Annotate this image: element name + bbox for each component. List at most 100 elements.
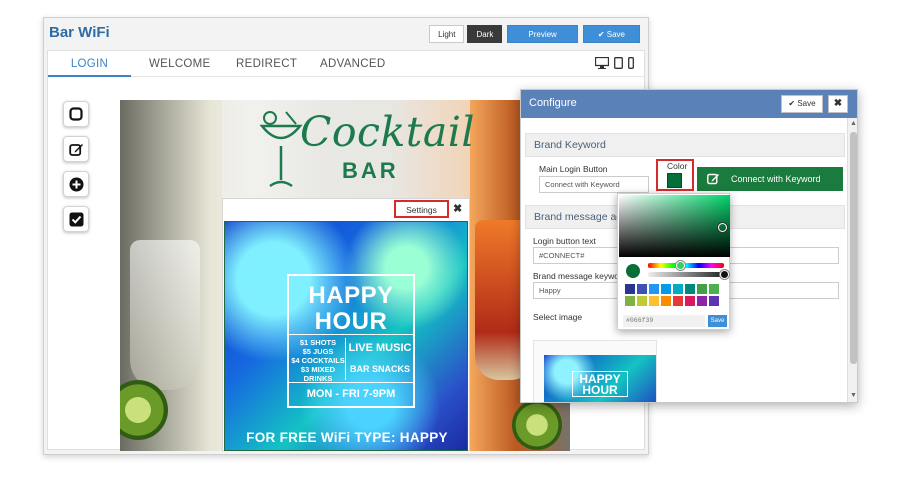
scroll-down-icon[interactable]: ▼ — [850, 392, 857, 399]
tool-add-button[interactable] — [63, 171, 89, 197]
poster-title-line2: HOUR — [314, 308, 388, 335]
color-label: Color — [667, 161, 688, 171]
tablet-icon[interactable] — [614, 57, 623, 69]
keyword-label: Brand message keywo — [533, 271, 619, 281]
logo-panel: Cocktail BAR — [222, 100, 475, 198]
poster-frame: HAPPY HOUR $1 SHOTS $5 JUGS $4 COCKTAILS… — [287, 274, 415, 408]
dialog-title: Configure — [529, 97, 577, 109]
poster-live-music: LIVE MUSIC — [348, 342, 412, 354]
palette-swatch[interactable] — [673, 296, 683, 306]
color-picker-popover: #066f39 Save — [617, 193, 730, 330]
palette-swatch[interactable] — [637, 284, 647, 294]
palette-swatch[interactable] — [625, 284, 635, 294]
poster-deal: $5 JUGS — [302, 347, 334, 356]
scroll-up-icon[interactable]: ▲ — [850, 120, 857, 127]
selected-image-thumbnail[interactable]: HAPPY HOUR — [544, 355, 656, 402]
poster-deal: $4 COCKTAILS — [291, 356, 345, 365]
edit-icon — [707, 173, 719, 185]
device-switcher — [595, 57, 634, 69]
app-title: Bar WiFi — [49, 24, 110, 41]
poster-divider — [345, 338, 346, 380]
plus-circle-icon — [69, 177, 83, 191]
saturation-cursor[interactable] — [718, 223, 727, 232]
palette-swatch[interactable] — [709, 284, 719, 294]
tab-advanced[interactable]: ADVANCED — [320, 51, 385, 77]
preview-button[interactable]: Preview — [507, 25, 578, 43]
checkbox-icon — [69, 212, 83, 226]
tab-welcome[interactable]: WELCOME — [149, 51, 211, 77]
palette-swatch[interactable] — [649, 284, 659, 294]
theme-dark-button[interactable]: Dark — [467, 25, 503, 43]
edit-icon — [68, 143, 83, 156]
tab-login[interactable]: LOGIN — [48, 51, 131, 77]
hex-input[interactable]: #066f39 — [623, 315, 705, 327]
cocktail-glass-icon — [259, 111, 303, 188]
login-text-label: Login button text — [533, 236, 596, 246]
poster-bar-snacks: BAR SNACKS — [349, 364, 410, 374]
brand-keyword-heading: Brand Keyword — [525, 133, 845, 157]
palette-swatch[interactable] — [697, 296, 707, 306]
cocktail-glass-left — [130, 240, 200, 390]
poster-deal: $3 MIXED — [300, 365, 336, 374]
color-palette — [625, 284, 725, 306]
dialog-scrollbar[interactable]: ▲ ▼ — [847, 118, 857, 402]
palette-swatch[interactable] — [661, 284, 671, 294]
poster-wifi-text: FOR FREE WiFi TYPE: HAPPY — [246, 430, 448, 445]
dialog-close-button[interactable]: ✖ — [828, 95, 848, 113]
poster-title-line1: HAPPY — [308, 282, 394, 309]
main-login-input[interactable]: Connect with Keyword — [539, 176, 649, 193]
settings-button[interactable]: Settings — [394, 200, 449, 218]
image-select-box[interactable]: HAPPY HOUR — [533, 340, 657, 402]
lime-slice — [512, 400, 562, 450]
palette-swatch[interactable] — [625, 296, 635, 306]
screenshot-stage: Bar WiFi Light Dark Preview ✔ Save LOGIN… — [0, 0, 900, 485]
palette-swatch[interactable] — [685, 284, 695, 294]
hue-slider[interactable] — [648, 263, 724, 268]
palette-swatch[interactable] — [697, 284, 707, 294]
tool-checkbox-button[interactable] — [63, 206, 89, 232]
thumbnail-text: HAPPY HOUR — [572, 371, 628, 397]
palette-swatch[interactable] — [709, 296, 719, 306]
connect-with-keyword-button[interactable]: Connect with Keyword — [697, 167, 843, 191]
poster-deal: DRINKS — [303, 374, 333, 383]
phone-icon[interactable] — [628, 57, 634, 69]
palette-swatch[interactable] — [637, 296, 647, 306]
logo-wordmark: Cocktail — [300, 108, 476, 156]
top-toolbar: Light Dark Preview ✔ Save — [429, 25, 640, 43]
poster-schedule: MON - FRI 7-9PM — [306, 388, 396, 400]
select-image-label: Select image — [533, 312, 583, 322]
dialog-header: Configure ✔ Save ✖ — [521, 90, 857, 118]
poster-deals: $1 SHOTS $5 JUGS $4 COCKTAILS $3 MIXED D… — [291, 338, 345, 383]
current-color-preview — [626, 264, 640, 278]
tab-redirect[interactable]: REDIRECT — [236, 51, 297, 77]
palette-swatch[interactable] — [649, 296, 659, 306]
saturation-value-area[interactable] — [619, 195, 730, 257]
picker-save-button[interactable]: Save — [708, 315, 727, 327]
tool-square-button[interactable] — [63, 101, 89, 127]
happy-hour-poster: HAPPY HOUR $1 SHOTS $5 JUGS $4 COCKTAILS… — [224, 221, 468, 451]
login-page-preview: Cocktail BAR Settings ✖ HAPPY HOUR $1 SH… — [120, 100, 570, 451]
logo-subtitle: BAR — [342, 158, 399, 183]
block-close-button[interactable]: ✖ — [453, 202, 462, 215]
tool-edit-button[interactable] — [63, 136, 89, 162]
hue-slider-handle[interactable] — [676, 261, 685, 270]
page-tabs: LOGIN WELCOME REDIRECT ADVANCED — [48, 51, 644, 77]
palette-swatch[interactable] — [685, 296, 695, 306]
poster-deal: $1 SHOTS — [299, 338, 337, 347]
alpha-slider[interactable] — [648, 272, 724, 277]
square-icon — [69, 107, 83, 121]
save-button[interactable]: ✔ Save — [582, 25, 640, 43]
scrollbar-thumb[interactable] — [850, 132, 857, 364]
theme-light-button[interactable]: Light — [429, 25, 465, 43]
poster-divider — [289, 334, 413, 335]
connect-button-label: Connect with Keyword — [731, 174, 821, 184]
main-login-label: Main Login Button — [539, 164, 608, 174]
color-field[interactable]: Color — [656, 159, 694, 191]
palette-swatch[interactable] — [661, 296, 671, 306]
palette-swatch[interactable] — [673, 284, 683, 294]
color-swatch[interactable] — [667, 173, 682, 188]
tool-column — [63, 101, 89, 232]
desktop-icon[interactable] — [595, 57, 609, 69]
alpha-slider-handle[interactable] — [720, 270, 729, 279]
dialog-save-button[interactable]: ✔ Save — [781, 95, 823, 113]
